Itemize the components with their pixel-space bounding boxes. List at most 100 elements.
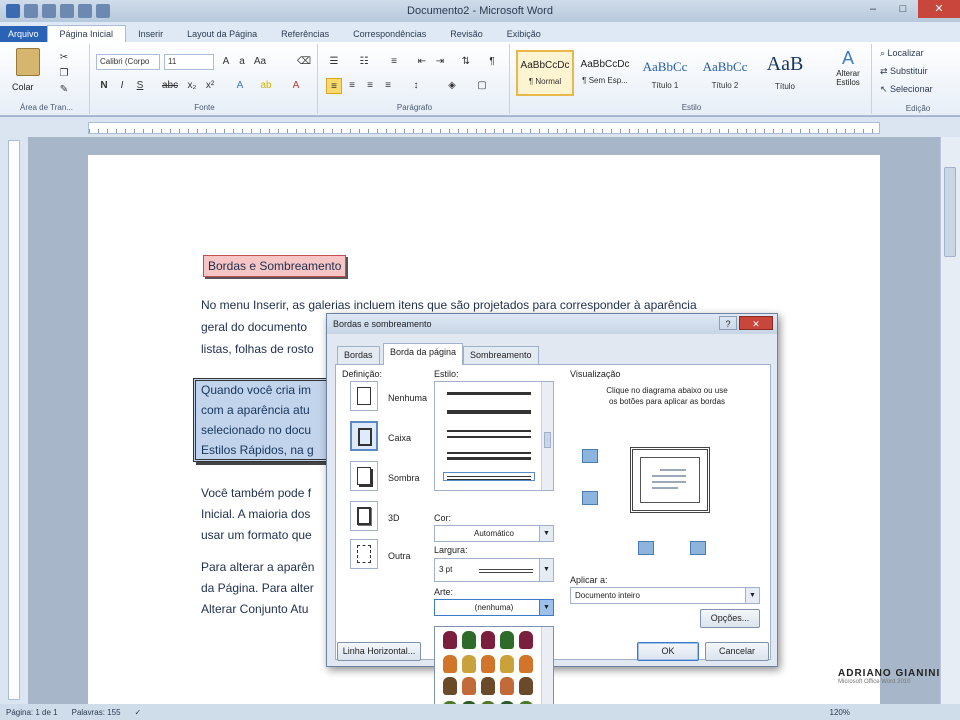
paragraph-2-line-3[interactable]: usar um formato que [201,528,312,542]
tab-sombreamento[interactable]: Sombreamento [463,346,539,365]
font-name-input[interactable]: Calibri (Corpo [96,54,160,70]
paragraph-3-line-1[interactable]: Para alterar a aparên [201,560,314,574]
scroll-thumb[interactable] [944,167,956,257]
decrease-indent-icon[interactable]: ⇤ [414,54,430,70]
cancel-button[interactable]: Cancelar [705,642,769,661]
bullets-icon[interactable]: ☰ [326,54,342,70]
shaded-line-2[interactable]: com a aparência atu [201,403,310,417]
tab-arquivo[interactable]: Arquivo [0,26,47,42]
shaded-line-4[interactable]: Estilos Rápidos, na g [201,443,314,457]
shading-icon[interactable]: ◈ [444,78,460,94]
align-center-icon[interactable]: ≡ [344,78,360,94]
options-button[interactable]: Opções... [700,609,760,628]
borders-icon[interactable]: ▢ [474,78,490,94]
dialog-close-button[interactable]: ✕ [739,316,773,330]
ok-button[interactable]: OK [637,642,699,661]
shaded-line-3[interactable]: selecionado no docu [201,423,311,437]
shaded-line-1[interactable]: Quando você cria im [201,383,311,397]
apply-to-select[interactable]: Documento inteiro ▼ [570,587,760,604]
art-select[interactable]: (nenhuma) ▼ [434,599,554,616]
tab-exibicao[interactable]: Exibição [495,26,553,42]
art-option-row[interactable] [443,631,533,651]
word-count[interactable]: Palavras: 155 [72,708,121,717]
strikethrough-icon[interactable]: abc [162,78,178,94]
paragraph-2-line-2[interactable]: Inicial. A maioria dos [201,507,310,521]
style-option-thin-thick[interactable] [447,452,531,454]
setting-shadow[interactable] [350,461,378,491]
style-heading-1[interactable]: AaBbCc Título 1 [636,50,694,96]
change-case-icon[interactable]: Aa [252,54,268,70]
replace-button[interactable]: ⇄ Substituir [880,66,928,77]
top-border-toggle[interactable] [582,449,598,463]
border-style-list[interactable] [434,381,554,491]
maximize-button[interactable]: □ [888,0,918,18]
width-dropdown-icon[interactable]: ▼ [539,559,553,581]
style-option-selected-b[interactable] [447,479,531,480]
paste-button[interactable]: Colar [12,82,34,92]
setting-box[interactable] [350,421,378,451]
tab-inserir[interactable]: Inserir [126,26,175,42]
style-option-thin-thick-b[interactable] [447,457,531,460]
style-option-selected[interactable] [443,472,535,481]
increase-indent-icon[interactable]: ⇥ [432,54,448,70]
setting-3d[interactable] [350,501,378,531]
highlight-icon[interactable]: ab [258,78,274,94]
change-styles-button[interactable]: A Alterar Estilos [828,48,868,87]
minimize-button[interactable]: – [858,0,888,18]
style-option-thicker[interactable] [447,410,531,414]
tab-revisao[interactable]: Revisão [438,26,495,42]
tab-referencias[interactable]: Referências [269,26,341,42]
align-left-icon[interactable]: ≡ [326,78,342,94]
color-dropdown-icon[interactable]: ▼ [539,526,553,541]
superscript-icon[interactable]: x² [202,78,218,94]
paragraph-3-line-3[interactable]: Alterar Conjunto Atu [201,602,308,616]
apply-to-dropdown-icon[interactable]: ▼ [745,588,759,603]
paragraph-3-line-2[interactable]: da Página. Para alter [201,581,314,595]
art-dropdown-icon[interactable]: ▼ [539,600,553,615]
style-option-double[interactable] [447,430,531,432]
color-select[interactable]: Automático ▼ [434,525,554,542]
clear-format-icon[interactable]: ⌫ [296,54,312,70]
font-size-input[interactable]: 11 [164,54,214,70]
right-border-toggle[interactable] [690,541,706,555]
style-list-scrollbar[interactable] [541,382,553,490]
style-no-spacing[interactable]: AaBbCcDc ¶ Sem Esp... [576,50,634,96]
find-button[interactable]: ⌕ Localizar [880,48,924,59]
text-effects-icon[interactable]: A [232,78,248,94]
numbering-icon[interactable]: ☷ [356,54,372,70]
art-option-row[interactable] [443,655,533,675]
style-option-thick[interactable] [447,392,531,395]
tab-correspondencias[interactable]: Correspondências [341,26,438,42]
horizontal-line-button[interactable]: Linha Horizontal... [337,642,421,661]
zoom-level[interactable]: 120% [830,708,850,717]
font-color-icon[interactable]: A [288,78,304,94]
tab-borda-da-pagina[interactable]: Borda da página [383,343,464,365]
underline-icon[interactable]: S [132,78,148,94]
tab-pagina-inicial[interactable]: Página Inicial [46,25,127,42]
bold-icon[interactable]: N [96,78,112,94]
format-painter-icon[interactable]: ✎ [56,82,72,98]
vertical-ruler[interactable] [8,140,20,700]
tab-bordas[interactable]: Bordas [337,346,380,365]
style-normal[interactable]: AaBbCcDc ¶ Normal [516,50,574,96]
multilevel-list-icon[interactable]: ≡ [386,54,402,70]
style-option-double-b[interactable] [447,436,531,438]
style-heading-2[interactable]: AaBbCc Título 2 [696,50,754,96]
close-button[interactable]: ✕ [918,0,960,18]
align-right-icon[interactable]: ≡ [362,78,378,94]
select-button[interactable]: ↖ Selecionar [880,84,933,95]
paragraph-1-line-3[interactable]: listas, folhas de rosto [201,342,314,356]
justify-icon[interactable]: ≡ [380,78,396,94]
paragraph-2-line-1[interactable]: Você também pode f [201,486,311,500]
paragraph-1-line-1[interactable]: No menu Inserir, as galerias incluem ite… [201,298,697,312]
horizontal-ruler[interactable] [88,122,880,134]
bottom-border-toggle[interactable] [582,491,598,505]
line-spacing-icon[interactable]: ↕ [408,78,424,94]
subscript-icon[interactable]: x₂ [184,78,200,94]
show-marks-icon[interactable]: ¶ [484,54,500,70]
sort-icon[interactable]: ⇅ [458,54,474,70]
paragraph-1-line-2[interactable]: geral do documento [201,320,307,334]
paste-icon[interactable] [16,48,40,76]
width-select[interactable]: 3 pt ▼ [434,558,554,582]
page-count[interactable]: Página: 1 de 1 [6,708,58,717]
